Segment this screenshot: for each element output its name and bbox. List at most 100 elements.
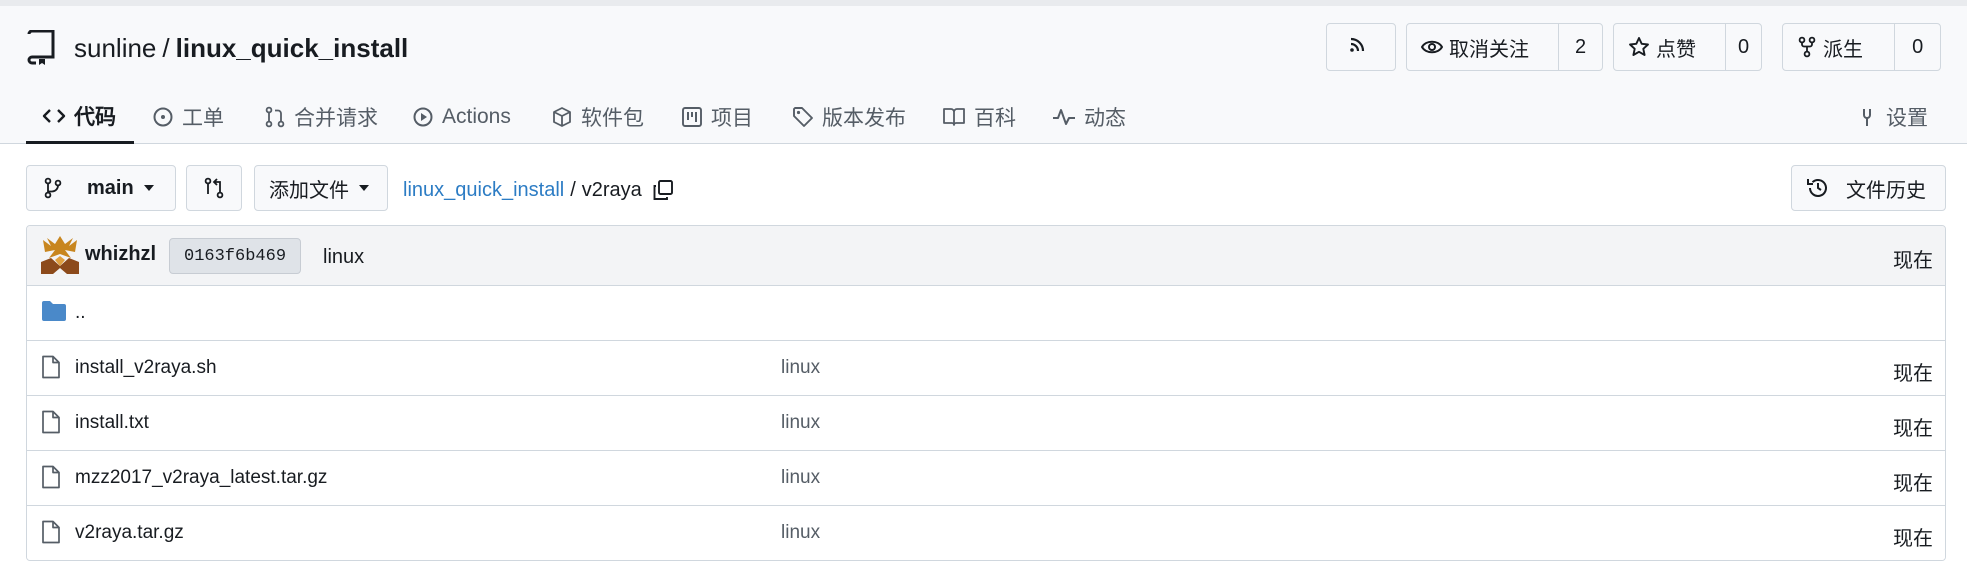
file-time: 现在: [1893, 473, 1933, 495]
tab-label: 百科: [974, 107, 1016, 130]
star-label-seg[interactable]: 点赞: [1614, 24, 1725, 70]
tab-label: 动态: [1084, 107, 1126, 130]
tab-label: 代码: [74, 105, 116, 129]
star-icon: [1629, 37, 1649, 56]
star-button[interactable]: 点赞 0: [1613, 23, 1762, 71]
compare-button[interactable]: [186, 165, 242, 211]
repo-separator: /: [162, 32, 170, 63]
branch-name: main: [87, 176, 134, 199]
breadcrumb-root-link[interactable]: linux_quick_install: [403, 179, 564, 202]
tab-pull-requests[interactable]: 合并请求: [264, 90, 378, 144]
tab-settings[interactable]: 设置: [1856, 90, 1928, 144]
tab-label: 项目: [711, 107, 753, 130]
file-icon: [41, 465, 61, 495]
file-name[interactable]: install_v2raya.sh: [75, 357, 217, 379]
tools-icon: [1863, 109, 1871, 126]
breadcrumb-separator: /: [570, 178, 576, 201]
file-name[interactable]: install.txt: [75, 412, 149, 434]
avatar[interactable]: [41, 236, 79, 274]
tab-label: Actions: [442, 105, 511, 128]
star-label: 点赞: [1656, 38, 1696, 61]
repo-tabs: 代码 工单 合并请求 Actions 软件包 项目 版本发布 百科 动态 设置: [26, 90, 1947, 144]
code-icon: [42, 108, 66, 123]
copy-icon[interactable]: [652, 179, 674, 201]
commit-sha[interactable]: 0163f6b469: [169, 238, 302, 274]
compare-icon: [204, 177, 224, 199]
tab-activity[interactable]: 动态: [1052, 90, 1126, 144]
latest-commit-row: whizhzl 0163f6b469 linux 现在: [27, 226, 1945, 286]
file-commit-message[interactable]: linux: [781, 357, 820, 379]
file-name[interactable]: mzz2017_v2raya_latest.tar.gz: [75, 467, 327, 489]
chevron-down-icon: [359, 185, 369, 191]
repo-name-link[interactable]: linux_quick_install: [176, 33, 409, 64]
top-divider: [0, 0, 1967, 6]
pulse-icon: [1053, 109, 1075, 125]
file-icon: [41, 520, 61, 550]
play-icon: [413, 107, 433, 127]
tab-code[interactable]: 代码: [26, 90, 134, 144]
package-icon: [553, 107, 571, 127]
file-time: 现在: [1893, 528, 1933, 550]
tab-actions[interactable]: Actions: [412, 90, 511, 144]
eye-icon: [1421, 40, 1443, 54]
book-icon: [943, 108, 965, 126]
list-item[interactable]: install_v2raya.sh linux 现在: [27, 341, 1945, 396]
fork-count[interactable]: 0: [1894, 24, 1940, 70]
tab-projects[interactable]: 项目: [681, 90, 753, 144]
repo-owner-link[interactable]: sunline: [74, 33, 156, 64]
watch-button[interactable]: 取消关注 2: [1406, 23, 1603, 71]
folder-icon: [41, 299, 67, 329]
commit-author[interactable]: whizhzl: [85, 243, 156, 266]
tag-icon: [793, 107, 813, 127]
watch-label: 取消关注: [1449, 38, 1529, 61]
branch-selector[interactable]: main: [26, 165, 176, 211]
file-time: 现在: [1893, 363, 1933, 385]
tab-wiki[interactable]: 百科: [942, 90, 1016, 144]
fork-label: 派生: [1823, 38, 1863, 61]
file-history-button[interactable]: 文件历史: [1791, 165, 1946, 211]
list-item[interactable]: v2raya.tar.gz linux 现在: [27, 506, 1945, 560]
file-name[interactable]: ..: [75, 302, 86, 324]
file-commit-message[interactable]: linux: [781, 522, 820, 544]
list-item[interactable]: ..: [27, 286, 1945, 341]
rss-button[interactable]: [1326, 23, 1396, 71]
add-file-label: 添加文件: [269, 179, 349, 202]
list-item[interactable]: mzz2017_v2raya_latest.tar.gz linux 现在: [27, 451, 1945, 506]
file-icon: [41, 410, 61, 440]
file-commit-message[interactable]: linux: [781, 412, 820, 434]
chevron-down-icon: [143, 185, 154, 191]
tab-issues[interactable]: 工单: [152, 90, 224, 144]
tab-label: 设置: [1886, 107, 1928, 130]
repo-title: sunline / linux_quick_install: [26, 28, 408, 68]
tab-label: 工单: [182, 107, 224, 130]
file-table: whizhzl 0163f6b469 linux 现在 .. install_v…: [26, 225, 1946, 561]
file-icon: [41, 355, 61, 385]
repo-icon: [26, 30, 58, 66]
rss-icon: [1347, 33, 1375, 61]
file-history-label: 文件历史: [1846, 179, 1926, 202]
file-commit-message[interactable]: linux: [781, 467, 820, 489]
repo-header: sunline / linux_quick_install 取消关注 2 点赞 …: [0, 0, 1967, 144]
tab-label: 软件包: [581, 107, 644, 130]
branch-icon: [44, 177, 62, 199]
add-file-dropdown[interactable]: 添加文件: [254, 165, 388, 211]
breadcrumb-current: v2raya: [581, 178, 642, 201]
commit-message[interactable]: linux: [323, 246, 364, 269]
fork-icon: [1798, 36, 1816, 58]
tab-label: 版本发布: [822, 107, 906, 130]
watch-label-seg[interactable]: 取消关注: [1407, 24, 1558, 70]
file-name[interactable]: v2raya.tar.gz: [75, 522, 184, 544]
pull-request-icon: [265, 106, 285, 128]
fork-label-seg[interactable]: 派生: [1783, 24, 1894, 70]
commit-time: 现在: [1893, 250, 1933, 272]
fork-button[interactable]: 派生 0: [1782, 23, 1941, 71]
list-item[interactable]: install.txt linux 现在: [27, 396, 1945, 451]
star-count[interactable]: 0: [1725, 24, 1761, 70]
tab-releases[interactable]: 版本发布: [792, 90, 906, 144]
history-icon: [1807, 179, 1827, 197]
project-icon: [682, 107, 702, 127]
watch-count[interactable]: 2: [1558, 24, 1602, 70]
breadcrumb: linux_quick_install / v2raya: [403, 175, 674, 205]
tab-packages[interactable]: 软件包: [551, 90, 644, 144]
tab-label: 合并请求: [294, 107, 378, 130]
